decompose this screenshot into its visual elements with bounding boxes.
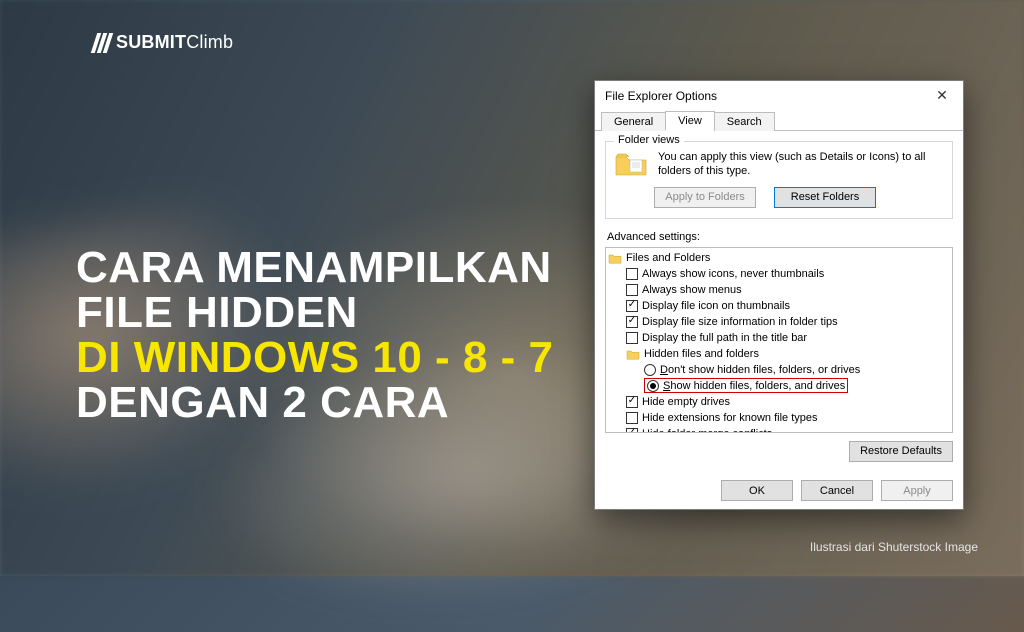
folder-views-text: You can apply this view (such as Details… xyxy=(658,150,944,179)
brand-text: SUBMITClimb xyxy=(116,32,233,53)
dialog-button-row: OK Cancel Apply xyxy=(721,480,953,501)
file-explorer-options-dialog: File Explorer Options ✕ General View Sea… xyxy=(594,80,964,510)
tree-item-label: Hide extensions for known file types xyxy=(642,412,817,424)
checkbox-icon[interactable] xyxy=(626,300,638,312)
tree-hidden-group[interactable]: Hidden files and folders xyxy=(624,346,952,362)
tree-item-label: Hide empty drives xyxy=(642,396,730,408)
headline-line3: di Windows 10 - 8 - 7 xyxy=(76,336,553,381)
checkbox-icon[interactable] xyxy=(626,428,638,433)
tree-item-label: Don't show hidden files, folders, or dri… xyxy=(660,364,860,376)
folder-icon xyxy=(626,348,640,360)
radio-icon[interactable] xyxy=(644,364,656,376)
folder-views-title: Folder views xyxy=(614,134,684,146)
dialog-tabs: General View Search xyxy=(595,110,963,131)
headline-line1: Cara Menampilkan xyxy=(76,246,553,291)
brand-suffix: Climb xyxy=(186,32,233,52)
advanced-settings-tree[interactable]: Files and Folders Always show icons, nev… xyxy=(605,247,953,433)
tree-root-label: Files and Folders xyxy=(626,252,710,264)
headline-line2: File Hidden xyxy=(76,291,553,336)
brand-prefix: SUBMIT xyxy=(116,32,186,52)
tree-radio-item[interactable]: Don't show hidden files, folders, or dri… xyxy=(642,362,952,378)
tree-item-label: Display file size information in folder … xyxy=(642,316,838,328)
logo-bars-icon xyxy=(94,33,110,53)
brand-logo: SUBMITClimb xyxy=(94,32,233,53)
close-icon[interactable]: ✕ xyxy=(929,87,955,104)
tree-item-label: Always show menus xyxy=(642,284,742,296)
checkbox-icon[interactable] xyxy=(626,284,638,296)
image-credit: Ilustrasi dari Shuterstock Image xyxy=(810,540,978,554)
tree-item-label: Hide folder merge conflicts xyxy=(642,428,772,433)
tab-view[interactable]: View xyxy=(665,111,715,131)
tree-item-label: Display the full path in the title bar xyxy=(642,332,807,344)
checkbox-icon[interactable] xyxy=(626,396,638,408)
tab-general[interactable]: General xyxy=(601,112,666,131)
apply-button[interactable]: Apply xyxy=(881,480,953,501)
advanced-settings-label: Advanced settings: xyxy=(607,231,953,243)
tree-item[interactable]: Always show icons, never thumbnails xyxy=(624,266,952,282)
checkbox-icon[interactable] xyxy=(626,332,638,344)
radio-icon[interactable] xyxy=(647,380,659,392)
tree-item[interactable]: Display file size information in folder … xyxy=(624,314,952,330)
tab-search[interactable]: Search xyxy=(714,112,775,131)
folder-icon xyxy=(608,252,622,264)
tree-root[interactable]: Files and Folders xyxy=(606,250,952,266)
checkbox-icon[interactable] xyxy=(626,412,638,424)
dialog-titlebar[interactable]: File Explorer Options ✕ xyxy=(595,81,963,108)
tree-item[interactable]: Hide empty drives xyxy=(624,394,952,410)
reset-folders-button[interactable]: Reset Folders xyxy=(774,187,876,208)
ok-button[interactable]: OK xyxy=(721,480,793,501)
cancel-button[interactable]: Cancel xyxy=(801,480,873,501)
folder-icon xyxy=(614,150,648,178)
red-highlight-box: Show hidden files, folders, and drives xyxy=(644,378,848,393)
tree-item[interactable]: Hide folder merge conflicts xyxy=(624,426,952,433)
tree-item[interactable]: Display the full path in the title bar xyxy=(624,330,952,346)
tab-view-page: Folder views You can apply this view (su… xyxy=(595,131,963,479)
apply-to-folders-button[interactable]: Apply to Folders xyxy=(654,187,756,208)
tree-item[interactable]: Always show menus xyxy=(624,282,952,298)
restore-defaults-button[interactable]: Restore Defaults xyxy=(849,441,953,462)
tree-radio-item-highlighted[interactable]: Show hidden files, folders, and drives xyxy=(642,378,952,394)
checkbox-icon[interactable] xyxy=(626,268,638,280)
tree-item[interactable]: Display file icon on thumbnails xyxy=(624,298,952,314)
checkbox-icon[interactable] xyxy=(626,316,638,328)
tree-item-label: Always show icons, never thumbnails xyxy=(642,268,824,280)
headline: Cara Menampilkan File Hidden di Windows … xyxy=(76,246,553,426)
headline-line4: dengan 2 cara xyxy=(76,381,553,426)
tree-item-label: Show hidden files, folders, and drives xyxy=(663,380,845,392)
tree-item-label: Display file icon on thumbnails xyxy=(642,300,790,312)
dialog-title: File Explorer Options xyxy=(605,89,717,103)
tree-item[interactable]: Hide extensions for known file types xyxy=(624,410,952,426)
tree-hidden-group-label: Hidden files and folders xyxy=(644,348,759,360)
folder-views-group: Folder views You can apply this view (su… xyxy=(605,141,953,219)
